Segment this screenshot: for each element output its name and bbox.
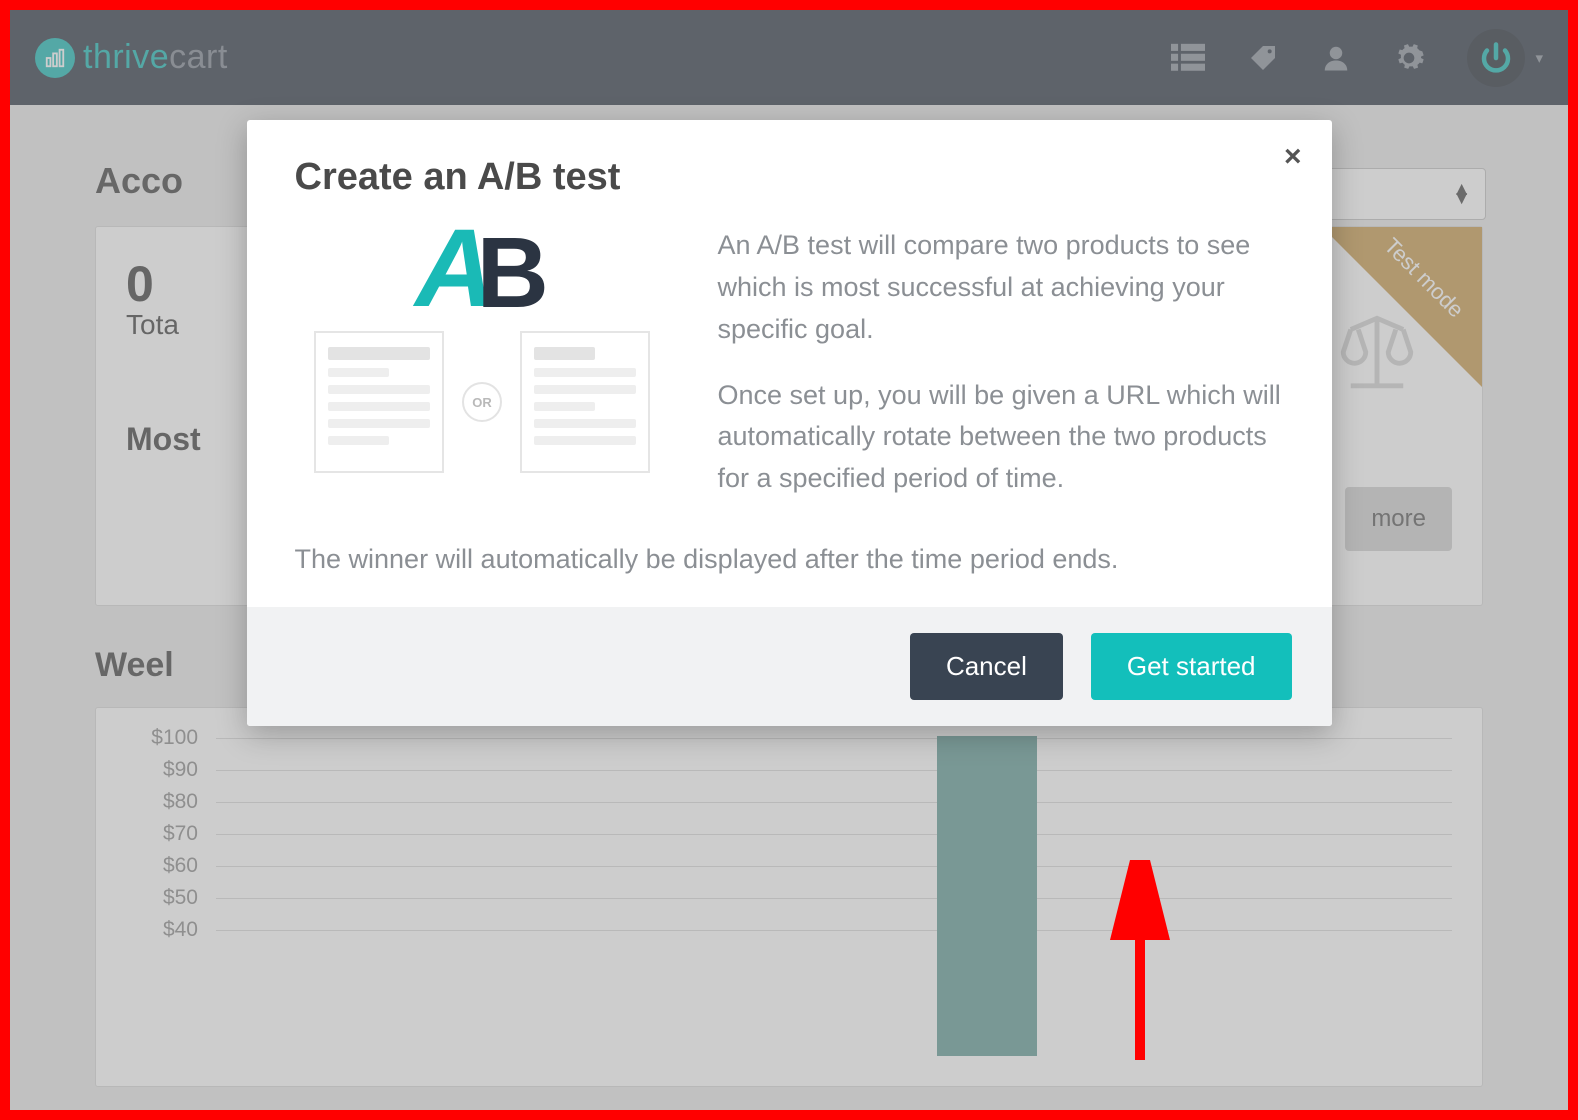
doc-right-icon [520, 331, 650, 473]
get-started-button[interactable]: Get started [1091, 633, 1292, 700]
modal-paragraph-3: The winner will automatically be display… [295, 544, 1284, 575]
modal-overlay: × Create an A/B test A B OR [10, 10, 1568, 1110]
close-icon[interactable]: × [1284, 140, 1302, 174]
modal-copy: An A/B test will compare two products to… [718, 225, 1284, 524]
modal-footer: Cancel Get started [247, 607, 1332, 726]
modal-row: A B OR [295, 225, 1284, 524]
cancel-button[interactable]: Cancel [910, 633, 1063, 700]
modal-paragraph-1: An A/B test will compare two products to… [718, 225, 1284, 351]
letter-b-icon: B [477, 233, 549, 313]
ab-logo: A B [415, 225, 549, 313]
ab-graphic: A B OR [295, 225, 670, 524]
or-badge: OR [462, 382, 502, 422]
modal-body: × Create an A/B test A B OR [247, 120, 1332, 607]
ab-test-modal: × Create an A/B test A B OR [247, 120, 1332, 726]
doc-left-icon [314, 331, 444, 473]
modal-paragraph-2: Once set up, you will be given a URL whi… [718, 375, 1284, 501]
two-docs-graphic: OR [314, 331, 650, 473]
modal-title: Create an A/B test [295, 156, 1284, 199]
app-viewport: thrivecart ▾ Acco [10, 10, 1568, 1110]
